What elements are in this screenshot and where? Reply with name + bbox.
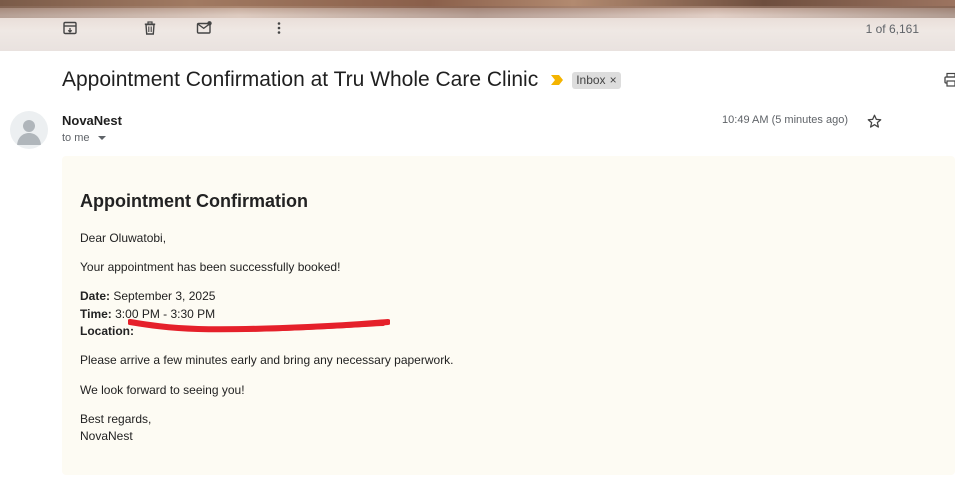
inbox-label-text: Inbox [576,72,606,87]
recipient-details[interactable]: to me [62,132,106,144]
archive-icon [63,21,77,35]
intro-text: Your appointment has been successfully b… [80,260,341,274]
toolbar: 1 of 6,161 [0,0,955,51]
sender-avatar[interactable] [10,111,48,149]
date-value: September 3, 2025 [110,289,216,303]
chevron-down-icon[interactable] [97,136,106,140]
redaction-scribble [128,319,390,333]
body-heading: Appointment Confirmation [80,191,308,211]
recipient-text: to me [62,132,90,144]
inbox-label-chip[interactable]: Inbox × [572,71,621,89]
sign-off-text: Best regards, [80,412,152,426]
subject-row: Appointment Confirmation at Tru Whole Ca… [62,68,621,92]
mark-unread-button[interactable] [193,17,215,39]
date-line: Date: September 3, 2025 [80,289,215,303]
person-icon [17,120,41,145]
signature-text: NovaNest [80,429,133,443]
email-subject: Appointment Confirmation at Tru Whole Ca… [62,68,539,91]
more-options-button[interactable] [268,17,290,39]
remove-label-button[interactable]: × [610,73,617,87]
page-count: 1 of 6,161 [865,22,919,36]
date-label: Date: [80,289,111,303]
print-icon[interactable] [942,72,955,88]
trash-icon [144,21,156,35]
email-timestamp: 10:49 AM (5 minutes ago) [722,114,848,126]
time-label: Time: [80,307,112,321]
location-label: Location: [80,324,134,338]
delete-button[interactable] [139,17,161,39]
more-vert-icon [277,22,281,34]
sender-name[interactable]: NovaNest [62,113,122,128]
instructions-text: Please arrive a few minutes early and br… [80,353,454,367]
closing-text: We look forward to seeing you! [80,383,245,397]
importance-marker-icon[interactable] [550,74,564,86]
star-icon[interactable] [866,113,883,130]
location-line: Location: [80,324,134,338]
archive-button[interactable] [59,17,81,39]
greeting-text: Dear Oluwatobi, [80,231,167,245]
mark-unread-icon [196,21,212,34]
email-body: Appointment Confirmation Dear Oluwatobi,… [62,156,955,475]
